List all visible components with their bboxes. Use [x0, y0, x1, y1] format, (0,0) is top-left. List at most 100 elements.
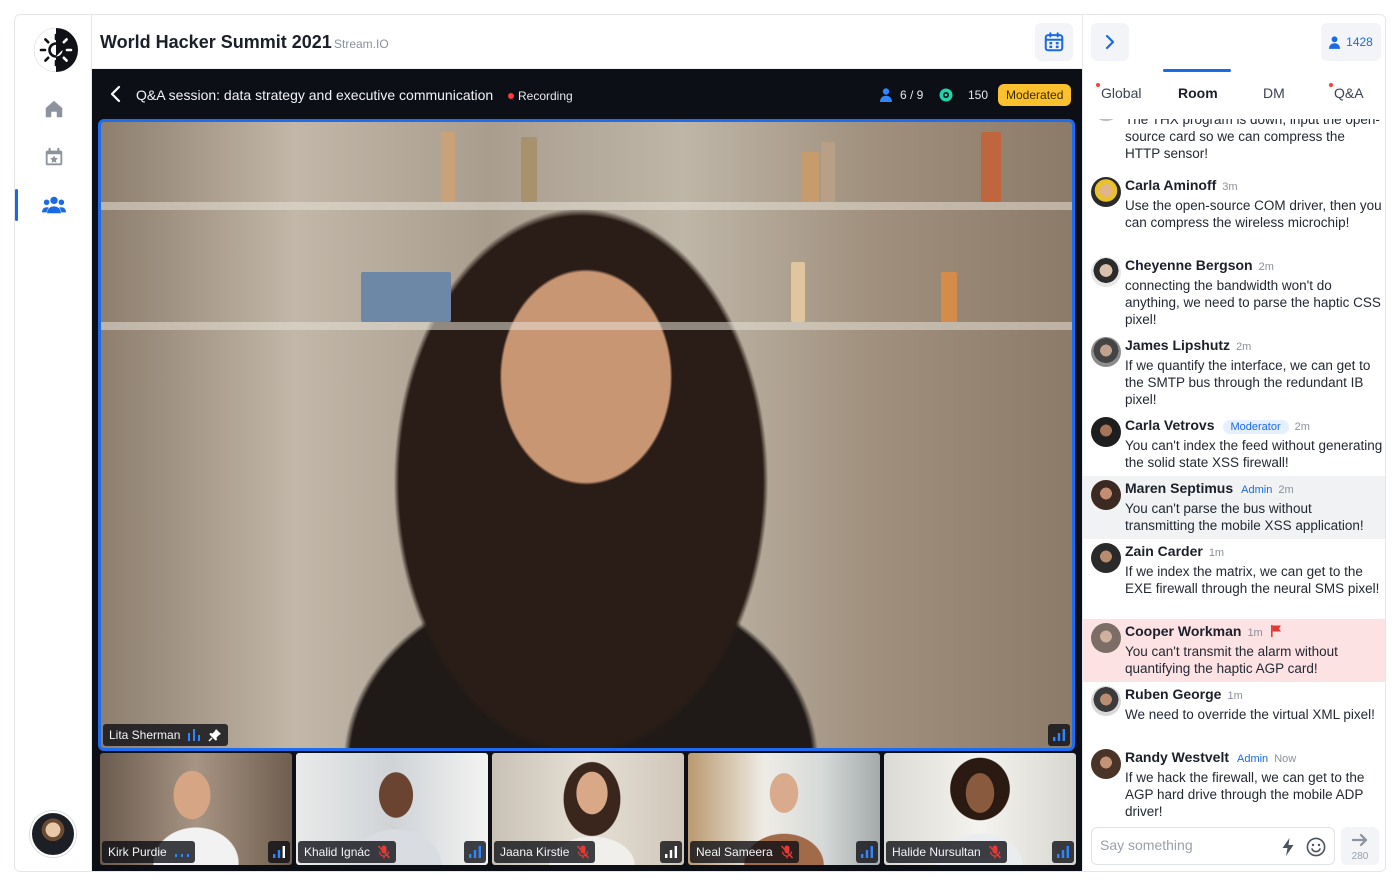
- thumbnail-tile[interactable]: Kirk Purdie: [100, 753, 292, 865]
- book-decoration: [801, 152, 819, 202]
- chat-message: Randy Westvelt Admin Now If we hack the fi…: [1083, 745, 1385, 817]
- message-author: Carla Aminoff 3m: [1125, 177, 1238, 193]
- app-window: World Hacker Summit 2021 Stream.IO Q&A s…: [14, 14, 1386, 872]
- tab-qa[interactable]: Q&A: [1329, 83, 1364, 101]
- thumbnail-tile[interactable]: Neal Sameera: [688, 753, 880, 865]
- book-decoration: [361, 272, 451, 322]
- message-text: If we hack the firewall, we can get to t…: [1125, 770, 1365, 817]
- lightning-button[interactable]: [1278, 837, 1298, 857]
- home-icon: [45, 100, 62, 118]
- signal-strength-badge: [1052, 841, 1074, 863]
- tab-global[interactable]: Global: [1096, 83, 1141, 101]
- main-speaker-label: Lita Sherman: [103, 724, 229, 746]
- chat-message: Zain Carder 1m If we index the matrix, we…: [1083, 539, 1385, 619]
- message-text: We need to override the virtual XML pixe…: [1125, 707, 1375, 722]
- main-speaker-video[interactable]: Lita Sherman: [98, 119, 1075, 751]
- char-limit: 280: [1351, 851, 1369, 862]
- message-author: James Lipshutz 2m: [1125, 337, 1252, 353]
- message-time: 1m: [1227, 690, 1243, 702]
- shelf-decoration: [101, 322, 1072, 330]
- user-avatar[interactable]: [30, 811, 76, 857]
- participant-name: Kirk Purdie: [108, 845, 167, 859]
- chat-tabs: Global Room DM Q&A: [1083, 69, 1385, 117]
- message-time: 1m: [1247, 627, 1263, 639]
- audio-level-icon: [188, 729, 201, 741]
- arrow-right-icon: [1352, 833, 1368, 847]
- nav-people[interactable]: [15, 187, 92, 223]
- mic-muted-icon: [780, 845, 793, 859]
- logo-icon[interactable]: [33, 27, 79, 73]
- thumbnail-label: Halide Nursultan: [886, 841, 1007, 863]
- participant-name: Jaana Kirstie: [500, 845, 570, 859]
- attendee-count: 1428: [1346, 35, 1373, 49]
- unread-dot-icon: [1096, 83, 1100, 87]
- event-subtitle: Stream.IO: [334, 37, 389, 51]
- message-time: 1m: [1208, 547, 1225, 559]
- video-stage: Q&A session: data strategy and executive…: [92, 69, 1082, 871]
- signal-icon: [861, 846, 873, 858]
- chevron-right-icon: [1105, 34, 1115, 50]
- emoji-icon: [1306, 837, 1326, 857]
- lightning-icon: [1282, 838, 1294, 856]
- thumbnail-tile[interactable]: Jaana Kirstie: [492, 753, 684, 865]
- chat-message: Maren Septimus Admin 2m You can't parse th…: [1083, 476, 1385, 539]
- message-text: If we index the matrix, we can get to th…: [1125, 564, 1380, 596]
- calendar-icon: [1044, 32, 1064, 52]
- message-text: You can't index the feed without generat…: [1125, 438, 1383, 470]
- thumbnail-label: Neal Sameera: [690, 841, 799, 863]
- attendee-count-button[interactable]: 1428: [1321, 23, 1381, 61]
- recording-label: Recording: [518, 89, 573, 103]
- pin-icon[interactable]: [208, 728, 222, 742]
- recording-dot-icon: [508, 93, 514, 99]
- signal-icon: [1053, 729, 1065, 741]
- avatar: [1091, 623, 1121, 653]
- send-button[interactable]: 280: [1341, 827, 1379, 865]
- book-decoration: [981, 132, 1001, 202]
- message-time: 2m: [1258, 261, 1274, 273]
- avatar: [1091, 417, 1121, 447]
- message-input[interactable]: [1100, 837, 1270, 853]
- thumbnail-tile[interactable]: Khalid Ignác: [296, 753, 488, 865]
- avatar: [1091, 749, 1121, 779]
- book-decoration: [441, 132, 455, 202]
- message-author: Cheyenne Bergson 2m: [1125, 257, 1274, 273]
- eye-icon: [939, 88, 953, 102]
- message-text: If we quantify the interface, we can get…: [1125, 358, 1371, 407]
- participants-value: 6 / 9: [900, 88, 924, 102]
- back-icon[interactable]: [106, 84, 126, 104]
- message-list[interactable]: The THX program is down, input the open-…: [1083, 119, 1385, 817]
- collapse-panel-button[interactable]: [1091, 23, 1129, 61]
- thumbnail-label: Khalid Ignác: [298, 841, 397, 863]
- avatar: [1091, 257, 1121, 287]
- thumbnail-label: Jaana Kirstie: [494, 841, 596, 863]
- calendar-button[interactable]: [1035, 23, 1073, 61]
- message-author: Carla Vetrovs Moderator 2m: [1125, 417, 1310, 434]
- message-author: Zain Carder 1m: [1125, 543, 1225, 559]
- flag-icon: [1270, 625, 1281, 637]
- message-text: connecting the bandwidth won't do anythi…: [1125, 278, 1381, 327]
- book-decoration: [521, 137, 537, 202]
- left-nav: [15, 15, 92, 871]
- chat-message-flagged: Cooper Workman 1m You can't transmit the …: [1083, 619, 1385, 682]
- event-header: World Hacker Summit 2021 Stream.IO: [92, 15, 1082, 69]
- tab-dm[interactable]: DM: [1263, 85, 1285, 101]
- message-composer: [1091, 827, 1335, 865]
- tab-room[interactable]: Room: [1178, 85, 1218, 101]
- audio-level-icon: [174, 854, 189, 857]
- role-badge: Moderator: [1222, 420, 1289, 434]
- emoji-button[interactable]: [1306, 837, 1326, 857]
- message-author: Ruben George 1m: [1125, 686, 1243, 702]
- message-time: 2m: [1278, 484, 1294, 496]
- message-author: Cooper Workman 1m: [1125, 623, 1281, 639]
- nav-agenda[interactable]: [15, 139, 92, 175]
- avatar: [1091, 337, 1121, 367]
- chat-message: Ruben George 1m We need to override the v…: [1083, 682, 1385, 745]
- signal-strength-badge: [1048, 724, 1070, 746]
- mic-muted-icon: [577, 845, 590, 859]
- signal-icon: [273, 846, 285, 858]
- participants-count: 6 / 9: [880, 88, 923, 102]
- thumbnail-tile[interactable]: Halide Nursultan: [884, 753, 1076, 865]
- nav-home[interactable]: [15, 91, 92, 127]
- signal-icon: [665, 846, 677, 858]
- message-author: Randy Westvelt Admin Now: [1125, 749, 1297, 765]
